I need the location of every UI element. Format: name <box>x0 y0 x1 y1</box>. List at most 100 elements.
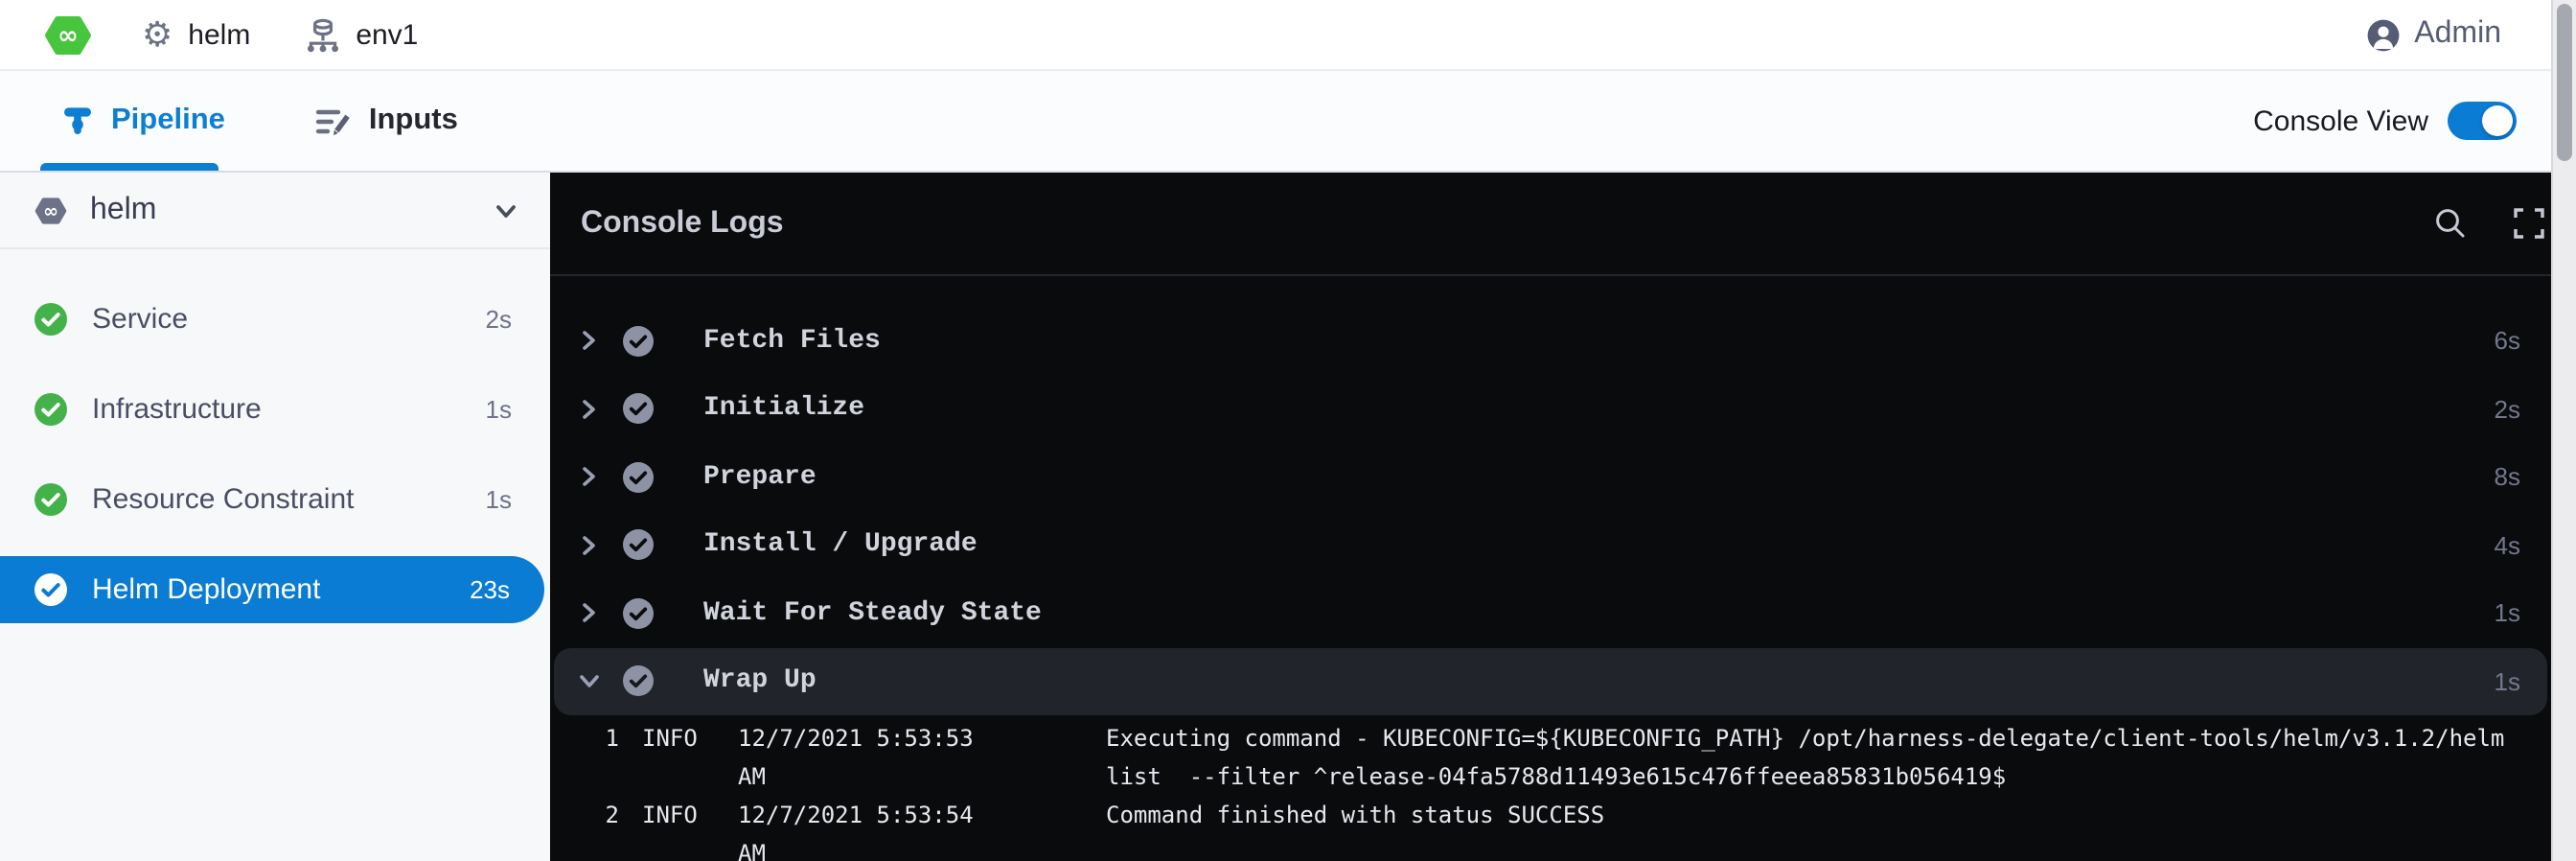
step-row-fetch-files[interactable]: Fetch Files 6s <box>554 307 2547 375</box>
user-menu[interactable]: Admin <box>2366 17 2501 52</box>
stage-hexagon-icon: ∞ <box>34 195 67 225</box>
step-list: Service 2s Infrastructure 1s <box>0 286 550 623</box>
step-label: Wrap Up <box>703 666 2495 697</box>
console-header-actions <box>2434 207 2545 240</box>
duration-badge: 23s <box>470 575 510 604</box>
log-line-number: 2 <box>550 796 619 834</box>
chevron-right-icon[interactable] <box>569 465 608 490</box>
console-view-label: Console View <box>2253 105 2428 137</box>
sidebar-item-label: Service <box>92 303 461 336</box>
tab-inputs-label: Inputs <box>369 104 458 138</box>
step-success-icon <box>623 598 654 629</box>
environment-label: env1 <box>356 18 418 51</box>
log-line: 2 INFO 12/7/2021 5:53:54 AM Command fini… <box>550 796 2551 861</box>
success-check-icon <box>34 393 67 426</box>
step-success-icon <box>623 462 654 493</box>
project-label: helm <box>188 18 250 51</box>
log-line-number: 1 <box>550 719 619 757</box>
step-row-prepare[interactable]: Prepare 8s <box>554 443 2547 511</box>
step-row-wait-for-steady-state[interactable]: Wait For Steady State 1s <box>554 579 2547 647</box>
console-panel: Console Logs <box>550 173 2576 861</box>
step-label: Wait For Steady State <box>703 598 2495 629</box>
console-header: Console Logs <box>550 173 2576 276</box>
harness-logo[interactable]: ∞ <box>44 12 92 57</box>
sidebar-item-label: Infrastructure <box>92 393 461 426</box>
step-label: Prepare <box>703 462 2495 493</box>
fullscreen-icon <box>2513 207 2545 240</box>
top-bar: ∞ ⚙ helm env1 <box>0 0 2576 71</box>
project-breadcrumb[interactable]: ⚙ helm <box>142 17 250 52</box>
sidebar-item-helm-deployment[interactable]: Helm Deployment 23s <box>0 556 544 623</box>
pipeline-icon <box>61 104 94 138</box>
step-row-wrap-up[interactable]: Wrap Up 1s <box>554 647 2547 715</box>
console-view-control: Console View <box>2253 102 2517 140</box>
step-label: Fetch Files <box>703 326 2495 357</box>
chevron-right-icon[interactable] <box>569 329 608 354</box>
chevron-down-icon[interactable] <box>569 670 608 693</box>
search-button[interactable] <box>2434 207 2467 240</box>
scrollbar-thumb[interactable] <box>2557 4 2572 161</box>
step-success-icon <box>623 394 654 425</box>
log-timestamp: 12/7/2021 5:53:53 AM <box>738 719 1014 796</box>
svg-text:∞: ∞ <box>43 199 58 221</box>
stage-header-label: helm <box>90 193 470 227</box>
duration-badge: 1s <box>486 395 512 424</box>
gear-icon: ⚙ <box>142 17 172 52</box>
fullscreen-button[interactable] <box>2513 207 2545 240</box>
tab-pipeline-label: Pipeline <box>111 104 225 138</box>
chevron-right-icon[interactable] <box>569 601 608 626</box>
environment-breadcrumb[interactable]: env1 <box>304 16 418 53</box>
step-duration: 6s <box>2495 327 2520 356</box>
step-duration: 1s <box>2495 599 2520 628</box>
toggle-knob <box>2482 105 2513 136</box>
search-icon <box>2434 207 2467 240</box>
step-label: Install / Upgrade <box>703 530 2495 561</box>
log-timestamp: 12/7/2021 5:53:54 AM <box>738 796 1014 861</box>
tab-inputs[interactable]: Inputs <box>315 104 458 138</box>
log-level: INFO <box>642 719 711 757</box>
log-output: 1 INFO 12/7/2021 5:53:53 AM Executing co… <box>550 715 2551 861</box>
stage-header-helm[interactable]: ∞ helm <box>0 173 550 249</box>
duration-badge: 2s <box>486 305 512 334</box>
sidebar-item-label: Resource Constraint <box>92 483 461 516</box>
sidebar-item-service[interactable]: Service 2s <box>0 286 550 353</box>
execution-sidebar: ∞ helm Service 2s <box>0 173 550 861</box>
pipeline-execution-page: ∞ ⚙ helm env1 <box>0 0 2576 861</box>
sidebar-item-label: Helm Deployment <box>92 573 445 606</box>
tab-bar: Pipeline Inputs Console View <box>0 71 2576 173</box>
page-scrollbar[interactable] <box>2551 0 2576 861</box>
step-row-initialize[interactable]: Initialize 2s <box>554 375 2547 443</box>
svg-text:∞: ∞ <box>58 21 79 50</box>
console-title: Console Logs <box>581 206 2434 241</box>
step-duration: 2s <box>2495 395 2520 424</box>
log-level: INFO <box>642 796 711 834</box>
console-view-toggle[interactable] <box>2448 102 2517 140</box>
success-check-icon <box>34 573 67 606</box>
step-duration: 1s <box>2495 667 2520 696</box>
log-line: 1 INFO 12/7/2021 5:53:53 AM Executing co… <box>550 719 2551 796</box>
chevron-right-icon[interactable] <box>569 533 608 558</box>
log-message: Executing command - KUBECONFIG=${KUBECON… <box>1106 719 2520 796</box>
step-success-icon <box>623 666 654 697</box>
console-step-list: Fetch Files 6s Initialize 2s <box>550 307 2551 715</box>
step-success-icon <box>623 530 654 561</box>
step-duration: 4s <box>2495 531 2520 560</box>
success-check-icon <box>34 303 67 336</box>
content-area: ∞ helm Service 2s <box>0 173 2576 861</box>
success-check-icon <box>34 483 67 516</box>
sidebar-item-resource-constraint[interactable]: Resource Constraint 1s <box>0 466 550 533</box>
step-label: Initialize <box>703 394 2495 425</box>
step-row-install-upgrade[interactable]: Install / Upgrade 4s <box>554 511 2547 579</box>
active-tab-underline <box>40 163 218 171</box>
step-duration: 8s <box>2495 463 2520 492</box>
user-label: Admin <box>2414 17 2501 52</box>
log-message: Command finished with status SUCCESS <box>1106 796 2520 834</box>
inputs-icon <box>315 105 352 137</box>
chevron-down-icon[interactable] <box>493 197 519 223</box>
chevron-right-icon[interactable] <box>569 397 608 422</box>
tab-pipeline[interactable]: Pipeline <box>61 104 225 138</box>
sidebar-item-infrastructure[interactable]: Infrastructure 1s <box>0 376 550 443</box>
harness-logo-icon: ∞ <box>44 12 92 57</box>
user-avatar-icon <box>2366 18 2399 51</box>
environment-icon <box>304 16 340 53</box>
